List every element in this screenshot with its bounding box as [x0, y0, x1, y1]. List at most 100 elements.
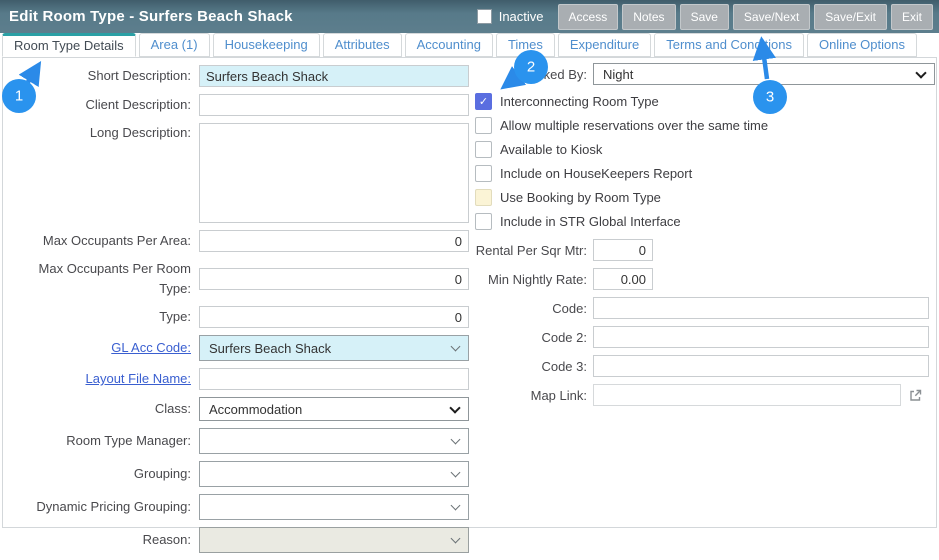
include-housekeepers-report-checkbox[interactable]: ✓ [475, 165, 492, 182]
inactive-label: Inactive [499, 9, 544, 24]
max-occupants-area-label: Max Occupants Per Area: [9, 231, 199, 251]
client-description-input[interactable] [199, 94, 469, 116]
form-panel: Short Description: Client Description: L… [2, 57, 937, 528]
gl-acc-code-row: GL Acc Code: Surfers Beach Shack [9, 335, 469, 361]
allow-multiple-reservations-checkbox[interactable]: ✓ [475, 117, 492, 134]
checkbox-group: ✓ Interconnecting Room Type ✓ Allow mult… [471, 89, 935, 233]
max-occupants-room-type-label: Max Occupants Per Room Type: [9, 259, 199, 299]
save-button[interactable]: Save [680, 4, 729, 30]
chevron-down-icon [451, 435, 461, 445]
tab-attributes[interactable]: Attributes [323, 33, 402, 57]
access-button[interactable]: Access [558, 4, 619, 30]
room-type-manager-label: Room Type Manager: [9, 431, 199, 451]
min-nightly-rate-row: Min Nightly Rate: [471, 268, 935, 290]
layout-file-name-row: Layout File Name: [9, 368, 469, 390]
chevron-down-icon [451, 501, 461, 511]
reason-select [199, 527, 469, 553]
rental-per-sqr-mtr-input[interactable] [593, 239, 653, 261]
gl-acc-code-select[interactable]: Surfers Beach Shack [199, 335, 469, 361]
code2-row: Code 2: [471, 326, 935, 348]
short-description-label: Short Description: [9, 66, 199, 86]
interconnecting-room-type-row: ✓ Interconnecting Room Type [471, 89, 935, 113]
booked-by-select[interactable]: Night [593, 63, 935, 85]
notes-button[interactable]: Notes [622, 4, 675, 30]
tab-times[interactable]: Times [496, 33, 555, 57]
long-description-row: Long Description: [9, 123, 469, 223]
grouping-select[interactable] [199, 461, 469, 487]
booked-by-label: Booked By: [471, 67, 593, 82]
short-description-row: Short Description: [9, 65, 469, 87]
min-nightly-rate-input[interactable] [593, 268, 653, 290]
allow-multiple-reservations-label: Allow multiple reservations over the sam… [500, 118, 768, 133]
map-link-row: Map Link: [471, 384, 935, 406]
code2-input[interactable] [593, 326, 929, 348]
grouping-label: Grouping: [9, 464, 199, 484]
client-description-label: Client Description: [9, 95, 199, 115]
window-header: Edit Room Type - Surfers Beach Shack Ina… [0, 0, 939, 33]
available-to-kiosk-checkbox[interactable]: ✓ [475, 141, 492, 158]
chevron-down-icon [915, 67, 926, 78]
exit-button[interactable]: Exit [891, 4, 933, 30]
type-row: Type: [9, 306, 469, 328]
long-description-label: Long Description: [9, 123, 199, 143]
right-form-column: Booked By: Night ✓ Interconnecting Room … [471, 63, 935, 413]
code3-row: Code 3: [471, 355, 935, 377]
dynamic-pricing-grouping-label: Dynamic Pricing Grouping: [9, 497, 199, 517]
chevron-down-icon [451, 534, 461, 544]
include-housekeepers-report-label: Include on HouseKeepers Report [500, 166, 692, 181]
class-value: Accommodation [209, 402, 302, 417]
external-link-icon[interactable] [908, 388, 923, 403]
code3-label: Code 3: [471, 359, 593, 374]
tab-area[interactable]: Area (1) [139, 33, 210, 57]
save-exit-button[interactable]: Save/Exit [814, 4, 887, 30]
map-link-input[interactable] [593, 384, 901, 406]
max-occupants-room-type-input[interactable] [199, 268, 469, 290]
available-to-kiosk-row: ✓ Available to Kiosk [471, 137, 935, 161]
chevron-down-icon [449, 402, 460, 413]
inactive-toggle[interactable]: Inactive [477, 9, 544, 24]
tab-expenditure[interactable]: Expenditure [558, 33, 651, 57]
map-link-label: Map Link: [471, 388, 593, 403]
long-description-textarea[interactable] [199, 123, 469, 223]
dynamic-pricing-grouping-select[interactable] [199, 494, 469, 520]
tab-terms-and-conditions[interactable]: Terms and Conditions [654, 33, 804, 57]
type-input[interactable] [199, 306, 469, 328]
save-next-button[interactable]: Save/Next [733, 4, 810, 30]
code-input[interactable] [593, 297, 929, 319]
rental-per-sqr-mtr-label: Rental Per Sqr Mtr: [471, 243, 593, 258]
code-label: Code: [471, 301, 593, 316]
tab-bar: Room Type Details Area (1) Housekeeping … [2, 33, 917, 57]
max-occupants-area-input[interactable] [199, 230, 469, 252]
reason-row: Reason: [9, 527, 469, 553]
class-label: Class: [9, 399, 199, 419]
type-label: Type: [9, 307, 199, 327]
room-type-manager-row: Room Type Manager: [9, 428, 469, 454]
interconnecting-room-type-checkbox[interactable]: ✓ [475, 93, 492, 110]
use-booking-by-room-type-checkbox[interactable]: ✓ [475, 189, 492, 206]
chevron-down-icon [451, 468, 461, 478]
max-occupants-room-type-row: Max Occupants Per Room Type: [9, 259, 469, 299]
class-row: Class: Accommodation [9, 397, 469, 421]
class-select[interactable]: Accommodation [199, 397, 469, 421]
gl-acc-code-link[interactable]: GL Acc Code: [9, 338, 199, 358]
grouping-row: Grouping: [9, 461, 469, 487]
tab-online-options[interactable]: Online Options [807, 33, 917, 57]
include-str-global-checkbox[interactable]: ✓ [475, 213, 492, 230]
dynamic-pricing-grouping-row: Dynamic Pricing Grouping: [9, 494, 469, 520]
tab-accounting[interactable]: Accounting [405, 33, 493, 57]
booked-by-value: Night [603, 67, 633, 82]
available-to-kiosk-label: Available to Kiosk [500, 142, 602, 157]
tab-housekeeping[interactable]: Housekeeping [213, 33, 320, 57]
layout-file-name-link[interactable]: Layout File Name: [9, 369, 199, 389]
chevron-down-icon [451, 342, 461, 352]
room-type-manager-select[interactable] [199, 428, 469, 454]
tab-room-type-details[interactable]: Room Type Details [2, 33, 136, 57]
code3-input[interactable] [593, 355, 929, 377]
include-str-global-label: Include in STR Global Interface [500, 214, 681, 229]
inactive-checkbox[interactable] [477, 9, 492, 24]
short-description-input[interactable] [199, 65, 469, 87]
layout-file-name-input[interactable] [199, 368, 469, 390]
min-nightly-rate-label: Min Nightly Rate: [471, 272, 593, 287]
code2-label: Code 2: [471, 330, 593, 345]
page-title: Edit Room Type - Surfers Beach Shack [9, 8, 293, 25]
